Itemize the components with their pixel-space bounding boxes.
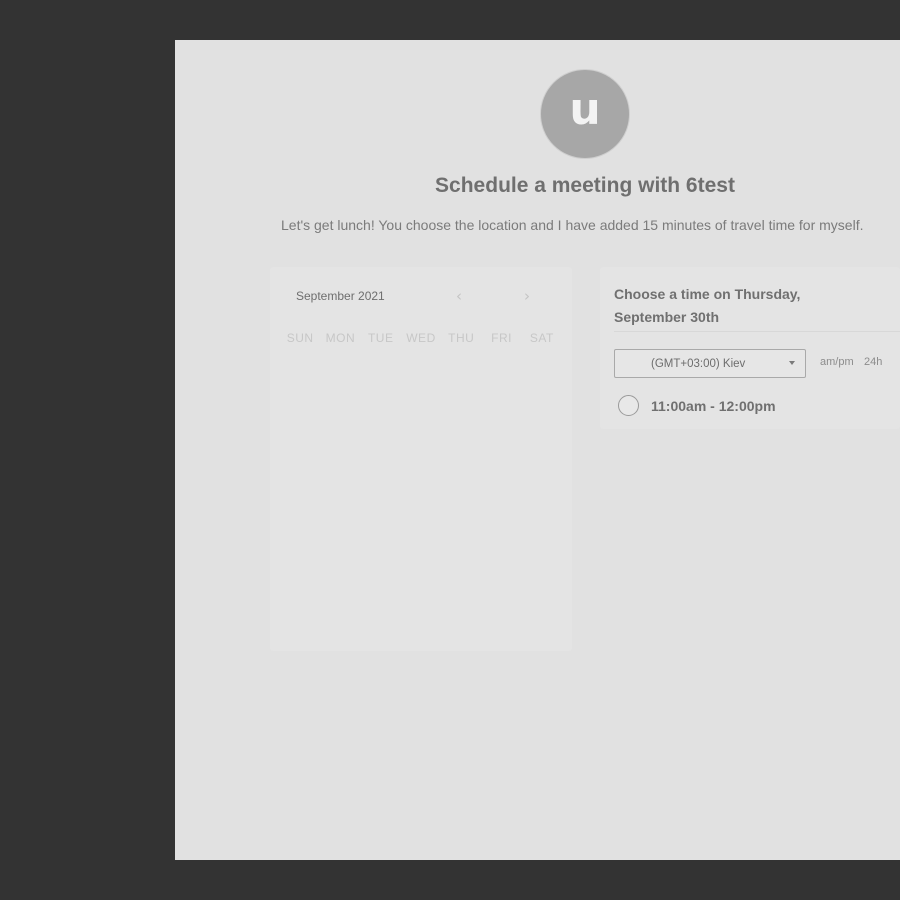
weekday-label: THU (448, 331, 475, 345)
time-slot-label: 11:00am - 12:00pm (651, 397, 776, 414)
calendar-days-grid (280, 363, 562, 653)
calendar-weekday-header: SUN MON TUE WED THU FRI SAT (280, 331, 562, 345)
weekday-label: SAT (529, 331, 554, 345)
calendar-week-row (280, 595, 562, 653)
avatar: u (540, 69, 630, 159)
avatar-letter: u (569, 84, 601, 135)
page-title: Schedule a meeting with 6test (435, 174, 735, 197)
weekday-label: WED (406, 331, 436, 345)
weekday-label: FRI (491, 331, 512, 345)
timezone-value: (GMT+03:00) Kiev (651, 357, 746, 370)
time-slot-radio[interactable] (618, 395, 639, 416)
time-panel-heading: Choose a time on Thursday, September 30t… (614, 286, 801, 325)
weekday-label: TUE (367, 331, 394, 345)
calendar-week-row (280, 479, 562, 537)
calendar-month-label: September 2021 (296, 289, 385, 303)
time-slot-option[interactable]: 11:00am - 12:00pm (618, 395, 776, 416)
calendar-week-row (280, 537, 562, 595)
24h-format-toggle[interactable]: 24h (864, 356, 882, 368)
meeting-description: Let's get lunch! You choose the location… (281, 217, 864, 233)
chevron-down-icon (789, 361, 795, 365)
calendar-week-row (280, 421, 562, 479)
weekday-label: SUN (286, 331, 314, 345)
chevron-left-icon[interactable]: ‹ (456, 289, 462, 304)
divider (614, 331, 900, 332)
time-selection-panel: Choose a time on Thursday, September 30t… (600, 267, 900, 429)
scheduling-page: u Schedule a meeting with 6test Let's ge… (175, 40, 900, 860)
ampm-format-toggle[interactable]: am/pm (820, 356, 854, 368)
chevron-right-icon[interactable]: › (524, 289, 530, 304)
calendar-week-row (280, 363, 562, 421)
calendar: September 2021 ‹ › SUN MON TUE WED THU F… (270, 267, 572, 651)
weekday-label: MON (325, 331, 356, 345)
timezone-select[interactable]: (GMT+03:00) Kiev (614, 349, 806, 378)
